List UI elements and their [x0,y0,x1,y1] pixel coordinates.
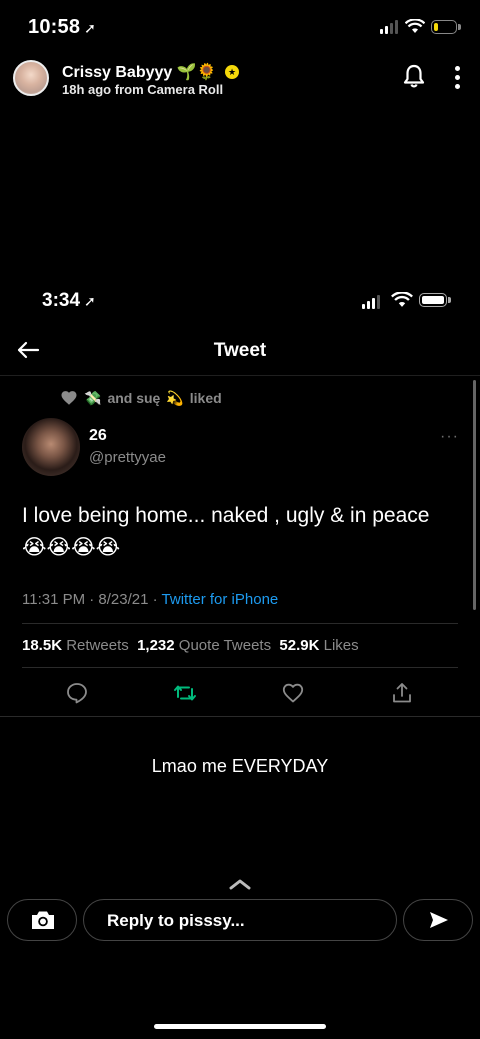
liked-by-text: and suę [107,390,161,406]
send-button[interactable] [403,899,473,941]
tweet-meta: 11:31 PM · 8/23/21 · Twitter for iPhone [22,591,278,608]
story-header: Crissy Babyyy 🌱🌻 ★ 18h ago from Camera R… [0,58,480,102]
battery-icon [419,293,451,307]
quotes-label: Quote Tweets [178,637,272,654]
story-author-name-text: Crissy Babyyy 🌱🌻 [62,64,217,81]
likes-label: Likes [323,637,359,654]
send-icon [430,912,448,928]
avatar[interactable] [22,418,80,476]
page-title: Tweet [213,340,267,361]
more-horizontal-icon[interactable]: ··· [440,428,459,446]
chevron-up-icon[interactable] [228,877,252,891]
tweet-stats: 18.5K Retweets 1,232 Quote Tweets 52.9K … [22,637,359,654]
retweets-label: Retweets [66,637,129,654]
share-icon[interactable] [390,681,414,705]
story-caption: Lmao me EVERYDAY [151,756,329,776]
quotes-count: 1,232 [137,637,175,654]
reply-placeholder: Reply to pisssy... [107,911,245,930]
divider [22,623,458,624]
social-context[interactable]: 💸 and suę 💫 liked [60,388,222,408]
story-author-name[interactable]: Crissy Babyyy 🌱🌻 ★ [62,62,240,82]
snapstar-badge-icon: ★ [225,64,240,79]
money-emoji-icon: 💸 [84,389,102,406]
status-time: 10:58 ➚ [28,16,96,39]
camera-button[interactable] [7,899,77,941]
home-indicator[interactable] [154,1024,326,1029]
tweet-timestamp: 11:31 PM · 8/23/21 · [22,591,162,608]
author-name[interactable]: 26 [89,427,107,445]
like-icon[interactable] [281,681,305,705]
story-subtitle: 18h ago from Camera Roll [62,82,224,97]
location-arrow-icon: ➚ [84,293,96,309]
author-handle[interactable]: @prettyyae [89,449,166,466]
more-vertical-icon[interactable] [454,66,460,89]
likes-stat[interactable]: 52.9K Likes [279,637,358,654]
signal-icon [380,20,398,34]
wifi-icon [391,292,413,307]
tweet-text: I love being home... naked , ugly & in p… [22,504,430,559]
status-time-text: 10:58 [28,16,81,38]
divider [0,375,480,376]
scrollbar[interactable] [473,380,476,610]
likes-count: 52.9K [279,637,320,654]
divider [0,716,480,717]
inner-status-time: 3:34 ➚ [42,290,96,312]
retweets-count: 18.5K [22,637,63,654]
avatar[interactable] [13,60,49,96]
signal-icon [362,295,380,309]
liked-suffix: liked [189,390,222,406]
bell-icon[interactable] [403,64,425,88]
camera-icon [32,911,54,929]
divider [22,667,458,668]
quotes-stat[interactable]: 1,232 Quote Tweets [137,637,271,654]
reply-icon[interactable] [65,681,89,705]
heart-icon [61,391,77,405]
tweet-source-link[interactable]: Twitter for iPhone [162,591,279,608]
reply-input[interactable]: Reply to pisssy... [83,899,397,941]
wifi-icon [405,19,425,33]
status-bar: 10:58 ➚ [0,16,480,42]
dizzy-emoji-icon: 💫 [166,389,184,406]
retweet-icon[interactable] [173,681,197,705]
retweets-stat[interactable]: 18.5K Retweets [22,637,129,654]
location-arrow-icon: ➚ [84,20,97,36]
battery-icon [431,20,461,34]
inner-status-time-text: 3:34 [42,290,81,311]
